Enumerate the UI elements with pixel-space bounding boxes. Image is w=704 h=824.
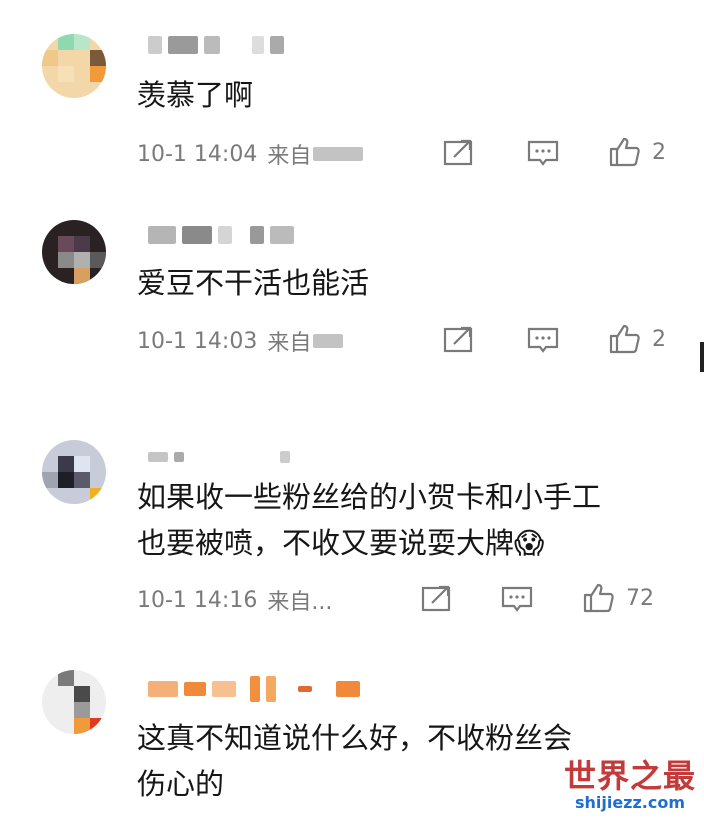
like-count: 2 bbox=[652, 326, 666, 352]
avatar[interactable] bbox=[42, 440, 106, 504]
username[interactable] bbox=[148, 32, 284, 58]
avatar[interactable] bbox=[42, 670, 106, 734]
share-icon bbox=[443, 139, 473, 166]
comment-text: 羡慕了啊 bbox=[137, 75, 253, 115]
comment-text-line: 伤心的 bbox=[137, 767, 225, 801]
reply-button[interactable] bbox=[500, 584, 534, 614]
like-count: 2 bbox=[652, 139, 666, 165]
source-label: 来自 bbox=[267, 331, 312, 356]
comment-text: 爱豆不干活也能活 bbox=[137, 263, 369, 303]
comment-text-line: 羡慕了啊 bbox=[137, 78, 254, 112]
avatar[interactable] bbox=[42, 220, 106, 284]
watermark-title: 世界之最 bbox=[563, 757, 696, 795]
timestamp: 10-1 14:16 bbox=[137, 587, 258, 613]
scrollbar-edge bbox=[700, 342, 704, 372]
comment-text: 这真不知道说什么好，不收粉丝会 伤心的 bbox=[137, 718, 572, 804]
like-button[interactable]: 2 bbox=[608, 136, 666, 168]
like-button[interactable]: 2 bbox=[608, 323, 666, 355]
watermark-url: shijiezz.com bbox=[574, 793, 686, 812]
comment-text: 如果收一些粉丝给的小贺卡和小手工 也要被喷，不收又要说耍大牌😱 bbox=[137, 477, 601, 563]
source-redacted bbox=[313, 334, 344, 348]
like-count: 72 bbox=[626, 585, 654, 611]
comment-meta: 10-1 14:04 来自 bbox=[137, 139, 677, 169]
comment-icon bbox=[501, 586, 533, 612]
reply-button[interactable] bbox=[526, 138, 560, 168]
share-button[interactable] bbox=[442, 138, 476, 168]
share-button[interactable] bbox=[442, 325, 476, 355]
username[interactable] bbox=[148, 222, 294, 248]
avatar[interactable] bbox=[42, 34, 106, 98]
comment-text-line: 这真不知道说什么好，不收粉丝会 bbox=[137, 721, 573, 755]
comment-text-line: 也要被喷，不收又要说耍大牌😱 bbox=[137, 526, 545, 560]
reply-button[interactable] bbox=[526, 325, 560, 355]
share-button[interactable] bbox=[420, 584, 454, 614]
comment-icon bbox=[527, 140, 559, 166]
username[interactable] bbox=[148, 444, 290, 470]
watermark: 世界之最 shijiezz.com bbox=[564, 758, 696, 812]
share-icon bbox=[421, 585, 451, 612]
username[interactable] bbox=[148, 676, 360, 702]
source-redacted bbox=[313, 147, 364, 161]
comment-text-line: 如果收一些粉丝给的小贺卡和小手工 bbox=[137, 480, 602, 514]
share-icon bbox=[443, 326, 473, 353]
like-button[interactable]: 72 bbox=[582, 582, 654, 614]
comment-text-line: 爱豆不干活也能活 bbox=[137, 266, 370, 300]
timestamp: 10-1 14:03 bbox=[137, 328, 258, 354]
thumbs-up-icon bbox=[609, 324, 640, 354]
thumbs-up-icon bbox=[609, 137, 640, 167]
comment-meta: 10-1 14:03 来自 bbox=[137, 326, 677, 356]
thumbs-up-icon bbox=[583, 583, 614, 613]
source-label: 来自 bbox=[267, 144, 312, 169]
source-label: 来自... bbox=[267, 590, 333, 615]
timestamp: 10-1 14:04 bbox=[137, 141, 258, 167]
comment-icon bbox=[527, 327, 559, 353]
